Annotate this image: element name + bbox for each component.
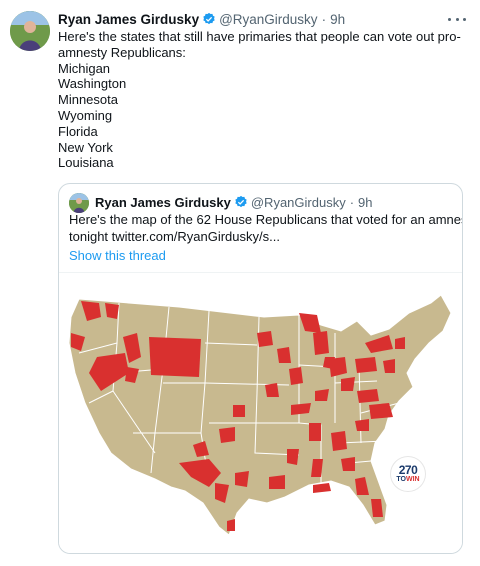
author-handle[interactable]: @RyanGirdusky <box>219 12 317 27</box>
more-options-icon[interactable] <box>448 12 466 26</box>
verified-badge-icon <box>202 12 216 26</box>
district-ga-2 <box>341 457 355 471</box>
district-fl-3 <box>313 483 331 493</box>
tweet[interactable]: Ryan James Girdusky @RyanGirdusky · 9h H… <box>0 0 480 566</box>
tweet-text: Here's the states that still have primar… <box>58 29 461 171</box>
district-va <box>357 389 379 403</box>
verified-badge-icon <box>234 195 248 209</box>
show-thread-link[interactable]: Show this thread <box>69 248 166 263</box>
avatar-image <box>10 11 50 51</box>
district-tx-5 <box>227 519 235 531</box>
district-wa-2 <box>105 303 119 319</box>
district-oh-2 <box>341 377 355 391</box>
district-tx-4 <box>235 471 249 487</box>
district-sc <box>355 419 369 431</box>
district-mo <box>265 383 279 397</box>
tweet-text-line: Louisiana <box>58 155 114 171</box>
270-to-win-logo: 270 TOWIN <box>391 457 425 491</box>
quoted-tweet-header: Ryan James Girdusky @RyanGirdusky · 9h <box>95 193 373 211</box>
quoted-author-name[interactable]: Ryan James Girdusky <box>95 195 231 210</box>
tweet-text-line: New York <box>58 139 113 155</box>
district-ky <box>315 389 329 401</box>
quoted-tweet[interactable]: Ryan James Girdusky @RyanGirdusky · 9h H… <box>58 183 463 554</box>
district-wyoming <box>149 337 201 377</box>
tweet-header: Ryan James Girdusky @RyanGirdusky · 9h <box>58 10 345 28</box>
quoted-text-line: tonight twitter.com/RyanGirdusky/s... <box>69 228 280 244</box>
district-ny-2 <box>395 337 405 349</box>
quoted-text-line: Here's the map of the 62 House Republica… <box>69 212 463 227</box>
quoted-author-handle[interactable]: @RyanGirdusky <box>251 195 346 210</box>
us-landmass <box>68 294 452 536</box>
tweet-text-line: Minnesota <box>58 92 118 108</box>
tweet-text-line: Washington <box>58 76 127 92</box>
quoted-avatar[interactable] <box>69 193 89 213</box>
map-image[interactable]: 270 TOWIN <box>59 272 462 553</box>
us-district-map <box>68 294 452 536</box>
district-al-2 <box>311 459 323 477</box>
separator-dot: · <box>321 11 327 27</box>
district-ks <box>233 405 245 417</box>
district-pa <box>355 357 377 373</box>
tweet-text-line: Florida <box>58 123 98 139</box>
district-mi-2 <box>313 331 329 355</box>
tweet-text-line: Wyoming <box>58 107 113 123</box>
separator-dot: · <box>349 194 355 210</box>
author-name[interactable]: Ryan James Girdusky <box>58 12 199 27</box>
district-nc-1 <box>369 403 393 419</box>
district-nj <box>383 359 395 373</box>
district-la <box>269 475 285 489</box>
badge-word: TOWIN <box>396 476 419 484</box>
district-mn <box>257 331 273 347</box>
district-ok <box>219 427 235 443</box>
quoted-timestamp[interactable]: 9h <box>358 195 372 210</box>
district-il <box>289 367 303 385</box>
quoted-tweet-text: Here's the map of the 62 House Republica… <box>69 212 463 245</box>
district-wi <box>277 347 291 363</box>
avatar[interactable] <box>10 11 50 51</box>
district-ms <box>287 449 299 465</box>
badge-to: TO <box>396 476 406 483</box>
district-ga-1 <box>331 431 347 451</box>
tweet-text-line: Here's the states that still have primar… <box>58 29 461 44</box>
timestamp[interactable]: 9h <box>330 12 345 27</box>
tweet-text-line: amnesty Republicans: <box>58 44 186 60</box>
district-al <box>309 423 321 441</box>
quoted-avatar-image <box>69 193 89 213</box>
district-fl-2 <box>371 499 383 517</box>
tweet-text-line: Michigan <box>58 60 111 76</box>
badge-win: WIN <box>406 476 420 483</box>
badge-number: 270 <box>398 463 418 477</box>
